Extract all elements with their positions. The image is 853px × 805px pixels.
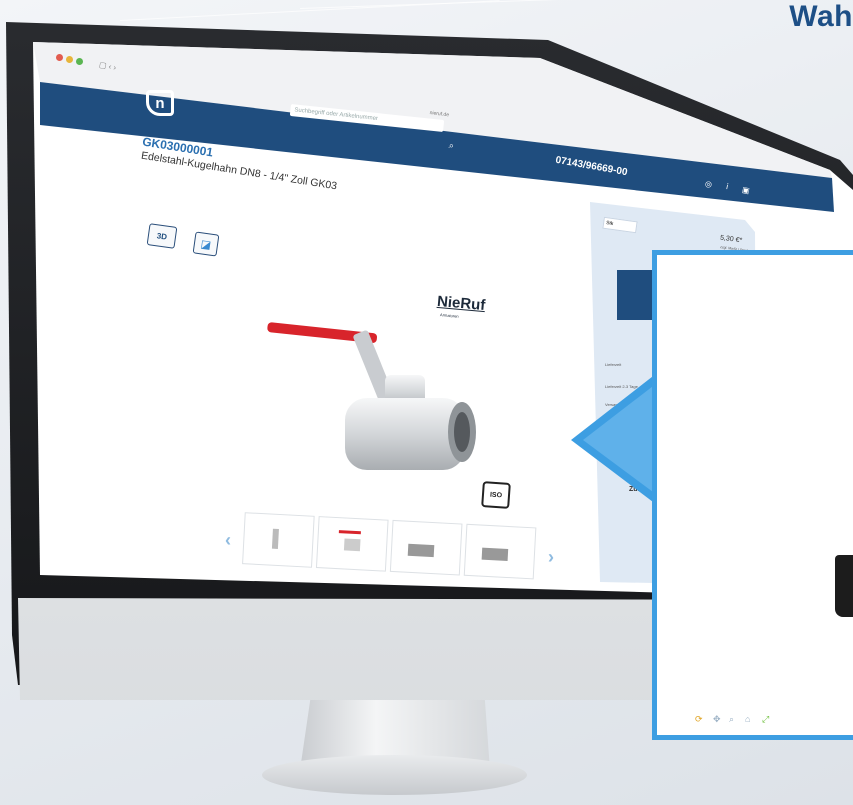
thumbs-next-icon[interactable]: ›: [548, 547, 554, 568]
window-maximize-button[interactable]: [76, 58, 83, 65]
thumbs-prev-icon[interactable]: ‹: [225, 530, 231, 551]
window-close-button[interactable]: [56, 54, 63, 61]
zoom-popup: [652, 250, 853, 740]
drawing-view-button[interactable]: ◪: [192, 231, 220, 257]
view-3d-button[interactable]: 3D: [146, 223, 178, 249]
certification-badge: ISO: [481, 481, 511, 509]
rotate-icon[interactable]: ⟳: [695, 714, 703, 725]
valve-3d-preview: [835, 555, 853, 617]
panel-line: Lieferzeit: [605, 362, 622, 367]
thumbnail[interactable]: [463, 523, 537, 580]
move-icon[interactable]: ✥: [713, 714, 721, 725]
thumbnail[interactable]: [242, 512, 315, 568]
ball-valve-image: [267, 322, 476, 470]
panel-line: Lieferzeit 2-3 Tage: [605, 384, 638, 389]
thumbnail[interactable]: [315, 516, 389, 572]
window-minimize-button[interactable]: [66, 56, 73, 63]
home-icon[interactable]: ⌂: [745, 714, 750, 724]
site-logo[interactable]: n: [146, 90, 174, 116]
zoom-icon[interactable]: ⌕: [729, 714, 734, 725]
thumbnail[interactable]: [389, 519, 463, 576]
fullscreen-icon[interactable]: ⤢: [762, 714, 769, 725]
